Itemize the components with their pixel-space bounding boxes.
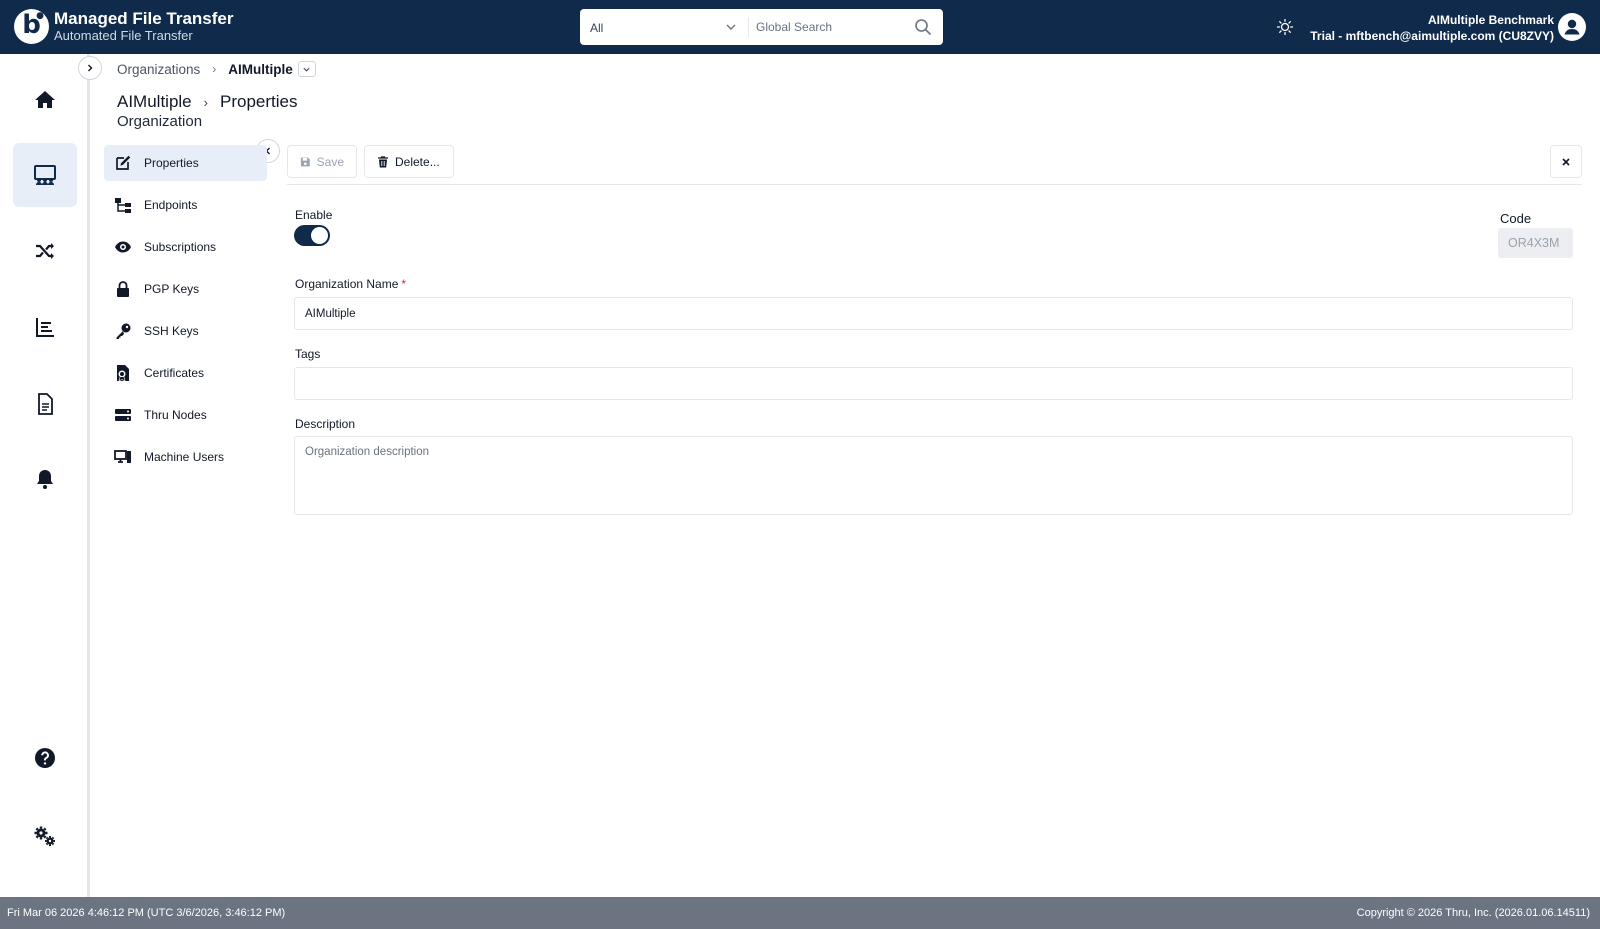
subnav-label: Thru Nodes [144, 408, 207, 422]
eye-icon [115, 241, 131, 253]
page-subtitle: Organization [117, 113, 203, 130]
subnav-label: SSH Keys [144, 324, 199, 338]
chevron-down-icon [303, 67, 310, 72]
app-subtitle: Automated File Transfer [54, 28, 193, 43]
server-icon [115, 409, 131, 421]
home-icon [35, 91, 55, 108]
rail-item-help[interactable] [13, 726, 77, 790]
delete-button-label: Delete... [395, 154, 440, 169]
rail-item-flows[interactable] [13, 219, 77, 283]
subnav-label: Properties [144, 156, 199, 170]
title-separator-icon: › [203, 94, 208, 110]
endpoints-icon [115, 198, 131, 213]
breadcrumb-separator-icon: › [212, 62, 217, 76]
save-button[interactable]: Save [287, 145, 357, 178]
reports-icon [36, 318, 54, 337]
subnav-label: Endpoints [144, 198, 198, 212]
user-icon [1564, 19, 1580, 35]
description-label: Description [295, 417, 356, 431]
footer-copyright: Copyright © 2026 Thru, Inc. (2026.01.06.… [1356, 907, 1590, 919]
chevron-down-icon [726, 24, 736, 30]
rail-item-notifications[interactable] [13, 447, 77, 511]
breadcrumb-dropdown-button[interactable] [297, 61, 316, 77]
search-divider [748, 17, 749, 37]
enable-toggle[interactable] [294, 225, 330, 246]
app-logo[interactable]: b ● [14, 9, 49, 44]
breadcrumb-current: AIMultiple [228, 61, 293, 77]
footer-datetime: Fri Mar 06 2026 4:46:12 PM (UTC 3/6/2026… [7, 907, 286, 919]
subnav-item-properties[interactable]: Properties [104, 145, 267, 181]
subnav-item-subscriptions[interactable]: Subscriptions [104, 229, 267, 265]
shuffle-icon [36, 243, 54, 259]
page-title-org: AIMultiple [117, 92, 192, 111]
certificate-icon [117, 365, 129, 382]
rail-item-documents[interactable] [13, 372, 77, 436]
search-icon[interactable] [914, 18, 932, 36]
page-title-section: Properties [219, 92, 298, 111]
breadcrumb: Organizations › AIMultiple [117, 61, 316, 77]
delete-button[interactable]: Delete... [364, 145, 454, 178]
tags-label: Tags [295, 347, 321, 361]
subnav-label: PGP Keys [144, 282, 200, 296]
close-button[interactable] [1550, 145, 1582, 178]
enable-label: Enable [295, 208, 333, 222]
document-icon [38, 393, 53, 415]
rail-item-home[interactable] [13, 68, 77, 132]
save-button-label: Save [316, 154, 344, 169]
computer-icon [114, 450, 131, 463]
subnav-item-ssh-keys[interactable]: SSH Keys [104, 313, 267, 349]
rail-item-organizations[interactable] [13, 143, 77, 207]
trash-icon [378, 155, 388, 167]
required-marker: * [401, 277, 407, 291]
left-rail [0, 54, 90, 897]
page-title: AIMultiple › Properties [117, 92, 297, 112]
subnav-item-endpoints[interactable]: Endpoints [104, 187, 267, 223]
toolbar-divider [287, 184, 1582, 185]
organization-name-input[interactable] [294, 297, 1573, 330]
description-textarea[interactable] [294, 436, 1573, 515]
subnav-item-certificates[interactable]: Certificates [104, 355, 267, 391]
rail-item-reports[interactable] [13, 295, 77, 359]
user-account: Trial - mftbench@aimultiple.com (CU8ZVY) [1310, 29, 1554, 43]
toggle-knob [311, 227, 328, 244]
user-avatar[interactable] [1558, 13, 1586, 41]
organization-name-label: Organization Name * [295, 277, 406, 291]
subnav-item-thru-nodes[interactable]: Thru Nodes [104, 397, 267, 433]
edit-icon [116, 155, 131, 170]
sun-icon[interactable] [1276, 18, 1294, 36]
rail-item-settings[interactable] [13, 804, 77, 868]
user-name: AIMultiple Benchmark [1427, 13, 1554, 27]
organizations-icon [34, 165, 56, 185]
breadcrumb-organizations-link[interactable]: Organizations [117, 62, 200, 77]
lock-icon [117, 281, 129, 297]
close-icon [1562, 157, 1570, 166]
global-search-input[interactable] [756, 9, 906, 45]
app-title: Managed File Transfer [54, 9, 234, 28]
settings-icon [34, 826, 55, 846]
status-footer: Fri Mar 06 2026 4:46:12 PM (UTC 3/6/2026… [0, 897, 1600, 929]
tags-input[interactable] [294, 367, 1573, 400]
save-icon [300, 157, 310, 166]
help-icon [35, 748, 55, 768]
organization-name-label-text: Organization Name [295, 277, 399, 291]
subnav-label: Subscriptions [144, 240, 217, 254]
global-search-bar: All [580, 9, 943, 45]
bell-icon [37, 470, 53, 489]
subnav-item-machine-users[interactable]: Machine Users [104, 439, 267, 475]
subnav-item-pgp-keys[interactable]: PGP Keys [104, 271, 267, 307]
chevron-right-icon [88, 64, 93, 72]
subnav-label: Certificates [144, 366, 205, 380]
code-label: Code [1500, 211, 1532, 226]
code-field: OR4X3M [1498, 228, 1573, 258]
top-bar: b ● Managed File Transfer Automated File … [0, 0, 1600, 54]
subnav-label: Machine Users [144, 450, 225, 464]
key-icon [116, 323, 131, 339]
expand-rail-button[interactable] [78, 56, 102, 80]
search-scope-value: All [590, 21, 604, 35]
